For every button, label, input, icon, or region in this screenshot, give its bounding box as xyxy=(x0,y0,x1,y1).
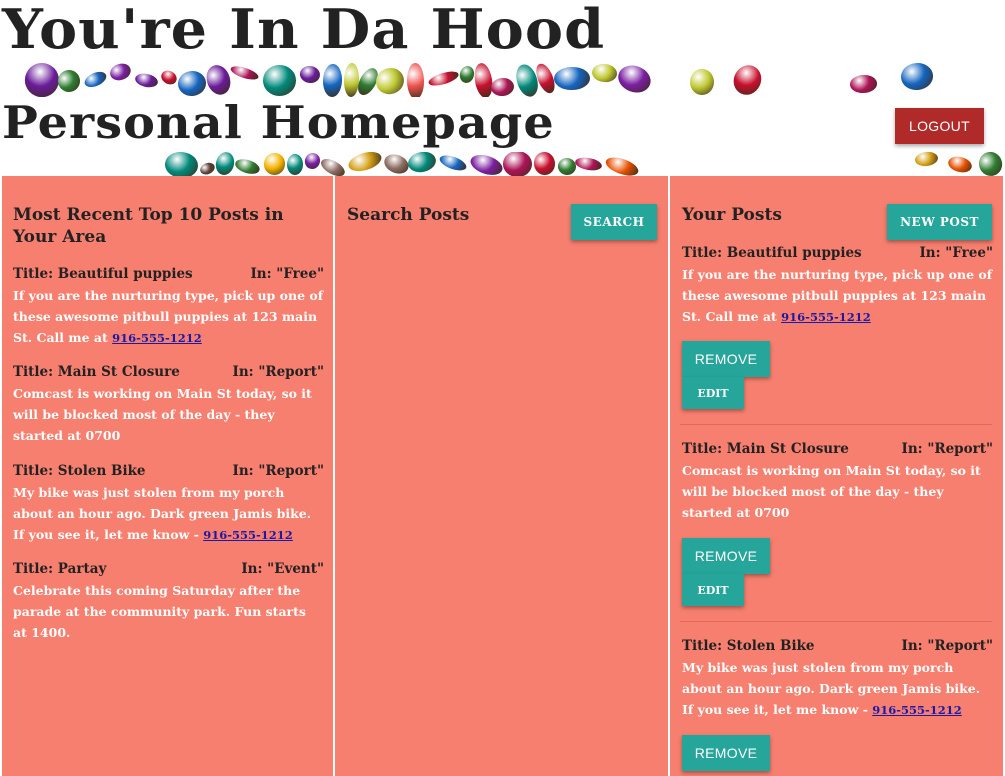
mosaic-pebble xyxy=(532,152,557,176)
header: You're In Da Hood Personal Homepage LOGO… xyxy=(0,0,1005,176)
logout-button[interactable]: LOGOUT xyxy=(895,108,984,144)
mosaic-pebble xyxy=(427,68,461,89)
mosaic-pebble xyxy=(975,152,1005,176)
post-title: Title: Stolen Bike xyxy=(682,638,815,654)
list-item: Title: Partay In: "Event" Celebrate this … xyxy=(13,559,324,643)
mosaic-pebble xyxy=(343,63,360,97)
post-category: In: "Report" xyxy=(901,441,993,457)
page-title: Personal Homepage xyxy=(2,96,555,149)
mosaic-pebble xyxy=(615,63,655,97)
post-title: Title: Beautiful puppies xyxy=(682,245,862,261)
mosaic-pebble xyxy=(202,63,234,97)
post-title: Title: Main St Closure xyxy=(682,441,849,457)
mosaic-pebble xyxy=(900,63,935,92)
mosaic-pebble xyxy=(407,63,425,97)
your-posts-heading: Your Posts xyxy=(682,205,782,225)
remove-button[interactable]: REMOVE xyxy=(682,538,770,574)
mosaic-pebble xyxy=(471,63,494,97)
post-body: Celebrate this coming Saturday after the… xyxy=(13,583,306,640)
post-title: Title: Partay xyxy=(13,561,107,577)
mosaic-pebble xyxy=(468,152,506,176)
mosaic-pebble xyxy=(849,73,878,93)
mosaic-pebble xyxy=(602,153,640,176)
post-title: Title: Beautiful puppies xyxy=(13,266,193,282)
mosaic-pebble xyxy=(228,63,260,83)
mosaic-pebble xyxy=(299,64,322,84)
mosaic-pebble xyxy=(728,63,766,97)
mosaic-pebble xyxy=(556,157,577,176)
post-title: Title: Main St Closure xyxy=(13,364,180,380)
remove-button[interactable]: REMOVE xyxy=(682,341,770,377)
divider xyxy=(680,621,992,622)
mosaic-pebble xyxy=(163,152,199,176)
mosaic-pebble xyxy=(553,66,590,91)
search-button[interactable]: SEARCH xyxy=(571,204,657,240)
mosaic-pebble xyxy=(176,69,208,97)
list-item: Title: Stolen Bike In: "Report" My bike w… xyxy=(13,461,324,546)
mosaic-pebble xyxy=(406,152,439,176)
mosaic-pebble xyxy=(108,63,133,83)
mosaic-pebble xyxy=(438,152,470,174)
phone-link[interactable]: 916-555-1212 xyxy=(112,331,202,345)
mosaic-pebble xyxy=(318,155,347,176)
phone-link[interactable]: 916-555-1212 xyxy=(203,528,293,542)
post-body: Comcast is working on Main St today, so … xyxy=(13,386,312,443)
edit-button[interactable]: EDIT xyxy=(682,574,744,606)
new-post-button[interactable]: NEW POST xyxy=(887,204,992,240)
mosaic-pebble xyxy=(302,152,323,171)
post-category: In: "Free" xyxy=(919,245,993,261)
top-posts-column: Most Recent Top 10 Posts in Your Area Ti… xyxy=(2,176,334,776)
mosaic-pebble xyxy=(213,152,237,176)
mosaic-pebble xyxy=(198,160,218,176)
edit-button[interactable]: EDIT xyxy=(682,377,744,409)
post-category: In: "Report" xyxy=(232,463,324,479)
list-item: Title: Beautiful puppies In: "Free" If yo… xyxy=(682,243,993,328)
mosaic-pebble xyxy=(914,152,939,168)
mosaic-banner-bottom xyxy=(0,152,1005,176)
your-posts-column: Your Posts NEW POST Title: Beautiful pup… xyxy=(670,176,1003,776)
search-column: Search Posts SEARCH xyxy=(335,176,669,776)
mosaic-pebble xyxy=(133,72,160,90)
mosaic-pebble xyxy=(158,68,179,88)
mosaic-pebble xyxy=(233,156,261,176)
mosaic-pebble xyxy=(946,154,974,175)
post-category: In: "Report" xyxy=(901,638,993,654)
mosaic-pebble xyxy=(591,63,618,84)
mosaic-pebble xyxy=(287,154,304,176)
post-category: In: "Report" xyxy=(232,364,324,380)
site-title: You're In Da Hood xyxy=(2,0,606,61)
mosaic-pebble xyxy=(262,152,287,176)
mosaic-pebble xyxy=(322,63,343,97)
list-item: Title: Stolen Bike In: "Report" My bike w… xyxy=(682,636,993,721)
list-item: Title: Beautiful puppies In: "Free" If yo… xyxy=(13,264,324,349)
divider xyxy=(680,424,992,425)
remove-button[interactable]: REMOVE xyxy=(682,735,770,771)
mosaic-pebble xyxy=(262,65,297,96)
post-category: In: "Free" xyxy=(250,266,324,282)
search-heading: Search Posts xyxy=(347,205,470,225)
mosaic-pebble xyxy=(489,76,515,97)
mosaic-pebble xyxy=(574,155,604,173)
list-item: Title: Main St Closure In: "Report" Comca… xyxy=(682,439,993,523)
mosaic-pebble xyxy=(346,152,384,175)
post-body: Comcast is working on Main St today, so … xyxy=(682,463,981,520)
post-title: Title: Stolen Bike xyxy=(13,463,146,479)
mosaic-pebble xyxy=(372,63,408,97)
mosaic-banner-top xyxy=(0,63,1005,97)
phone-link[interactable]: 916-555-1212 xyxy=(872,703,962,717)
mosaic-pebble xyxy=(54,67,84,96)
top-posts-heading: Most Recent Top 10 Posts in Your Area xyxy=(13,205,284,247)
post-category: In: "Event" xyxy=(241,561,324,577)
mosaic-pebble xyxy=(381,152,412,176)
phone-link[interactable]: 916-555-1212 xyxy=(781,310,871,324)
mosaic-pebble xyxy=(689,68,715,96)
list-item: Title: Main St Closure In: "Report" Comca… xyxy=(13,362,324,446)
mosaic-pebble xyxy=(502,152,532,176)
mosaic-pebble xyxy=(82,69,109,91)
